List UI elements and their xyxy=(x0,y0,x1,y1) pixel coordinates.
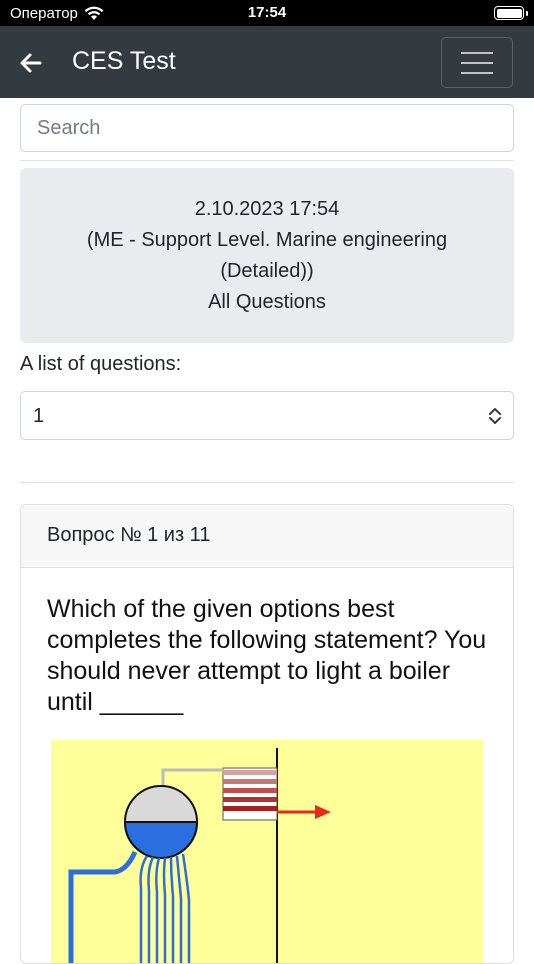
menu-icon-bar xyxy=(461,51,493,54)
question-card-header: Вопрос № 1 из 11 xyxy=(21,505,513,568)
search-input[interactable] xyxy=(20,104,514,152)
menu-icon-bar xyxy=(461,71,493,74)
select-chevron-icon xyxy=(489,408,501,424)
course-name-line1: (ME - Support Level. Marine engineering xyxy=(86,229,448,251)
test-info-box: 2.10.2023 17:54 (ME - Support Level. Mar… xyxy=(20,168,514,343)
menu-button[interactable] xyxy=(441,37,513,88)
page-title: CES Test xyxy=(72,47,176,75)
divider xyxy=(20,160,514,161)
top-navbar: CES Test xyxy=(0,26,534,98)
question-text: Which of the given options best complete… xyxy=(47,595,487,716)
status-bar: Оператор 17:54 xyxy=(0,0,534,26)
battery-icon xyxy=(494,6,528,20)
question-select[interactable]: 1 xyxy=(20,391,514,440)
course-name-line2: (Detailed)) xyxy=(220,260,314,282)
question-list-label: A list of questions: xyxy=(20,353,182,375)
question-card: Вопрос № 1 из 11 Which of the given opti… xyxy=(20,504,514,964)
test-date: 2.10.2023 17:54 xyxy=(194,198,340,220)
boiler-diagram-svg xyxy=(51,740,483,963)
question-mode: All Questions xyxy=(208,291,326,313)
question-card-body: Which of the given options best complete… xyxy=(21,568,513,963)
divider xyxy=(20,482,514,483)
status-time: 17:54 xyxy=(247,4,287,21)
menu-icon-bar xyxy=(461,61,493,64)
question-select-value: 1 xyxy=(33,405,45,427)
boiler-diagram-image xyxy=(47,736,487,963)
back-arrow-icon[interactable] xyxy=(16,48,46,78)
